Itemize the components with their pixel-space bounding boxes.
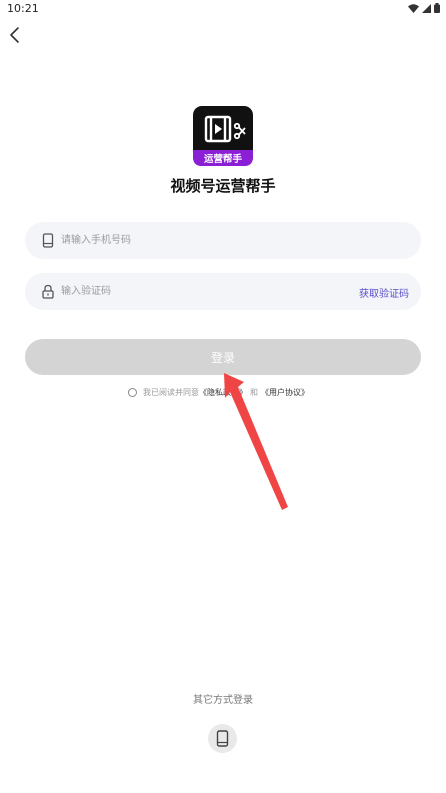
logo-text: 运营帮手	[204, 153, 243, 165]
app-logo: 运营帮手	[193, 106, 253, 166]
status-bar: 10:21	[0, 0, 446, 18]
agreement-conjunction: 和	[250, 388, 258, 397]
login-button[interactable]: 登录	[25, 339, 421, 375]
phone-input[interactable]	[61, 222, 361, 259]
status-time: 10:21	[7, 2, 39, 15]
status-icons	[408, 3, 440, 13]
battery-icon	[434, 3, 440, 13]
lock-icon	[42, 284, 54, 299]
code-field[interactable]: 获取验证码	[25, 273, 421, 310]
agreement-prefix: 我已阅读并同意	[143, 388, 199, 397]
mobile-phone-icon	[216, 730, 229, 747]
agreement-row: 我已阅读并同意 《隐私政策》 和 《用户协议》	[128, 387, 309, 398]
app-name: 视频号运营帮手	[170, 177, 276, 195]
user-agreement-link[interactable]: 《用户协议》	[261, 387, 309, 398]
agree-radio[interactable]	[128, 388, 137, 397]
phone-field[interactable]	[25, 222, 421, 259]
signal-icon	[422, 3, 431, 13]
other-login-label: 其它方式登录	[193, 695, 253, 706]
back-button[interactable]	[4, 24, 26, 46]
privacy-policy-link[interactable]: 《隐私政策》	[199, 387, 247, 398]
code-input[interactable]	[61, 273, 361, 310]
phone-icon	[42, 233, 54, 248]
wifi-icon	[408, 3, 419, 13]
get-code-button[interactable]: 获取验证码	[359, 285, 409, 300]
phone-login-button[interactable]	[208, 724, 237, 753]
